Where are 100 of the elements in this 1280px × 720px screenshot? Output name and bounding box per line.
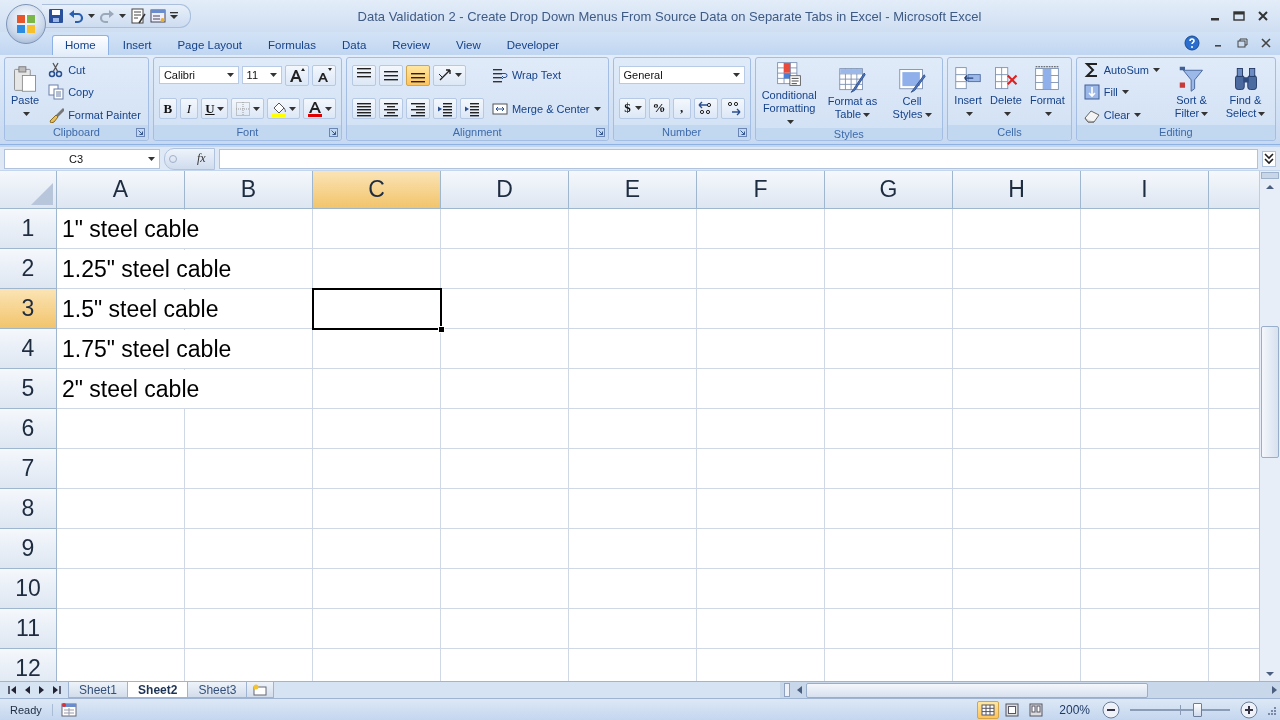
row-header[interactable]: 4 xyxy=(0,329,57,370)
row-header[interactable]: 10 xyxy=(0,569,57,610)
ribbon-tab[interactable]: Formulas xyxy=(256,35,328,55)
column-header[interactable]: A xyxy=(57,171,185,210)
ribbon-tab[interactable]: View xyxy=(444,35,493,55)
dropdown-field[interactable]: General xyxy=(618,65,745,84)
tool-button[interactable] xyxy=(720,97,745,119)
ribbon-button[interactable]: Conditional Formatting xyxy=(760,59,818,128)
customize-icon[interactable] xyxy=(170,12,178,20)
ribbon-button[interactable]: Copy xyxy=(46,83,96,102)
row-header[interactable]: 7 xyxy=(0,449,57,490)
dialog-launcher-icon[interactable] xyxy=(737,127,747,137)
expand-icon[interactable] xyxy=(1262,150,1276,167)
ribbon-tab[interactable]: Page Layout xyxy=(165,35,255,55)
row-header[interactable]: 9 xyxy=(0,529,57,570)
ribbon-button[interactable]: Insert xyxy=(953,64,984,120)
split-handle[interactable] xyxy=(784,683,790,698)
dialog-launcher-icon[interactable] xyxy=(328,127,338,137)
tool-button[interactable] xyxy=(405,64,430,86)
tool-button[interactable] xyxy=(693,97,718,119)
column-header[interactable]: F xyxy=(697,171,825,210)
ribbon-button[interactable]: Cut xyxy=(46,60,88,79)
ribbon-tab[interactable]: Developer xyxy=(494,35,572,55)
last-sheet-icon[interactable] xyxy=(51,684,63,697)
close-icon[interactable] xyxy=(1260,36,1272,49)
first-sheet-icon[interactable] xyxy=(6,684,18,697)
row-header[interactable]: 11 xyxy=(0,609,57,650)
ribbon-button[interactable]: Cell Styles xyxy=(887,66,938,122)
tool-button[interactable] xyxy=(432,98,457,120)
bold-button[interactable]: B xyxy=(158,98,177,120)
row-header[interactable]: 12 xyxy=(0,649,57,682)
row-header[interactable]: 1 xyxy=(0,209,57,250)
tool-button[interactable] xyxy=(378,98,403,120)
ribbon-tab[interactable]: Home xyxy=(52,34,109,55)
ribbon-button[interactable]: Clear xyxy=(1081,105,1144,124)
ribbon-button[interactable]: AutoSum xyxy=(1081,60,1162,79)
sheet-tab[interactable]: Sheet1 xyxy=(68,682,129,699)
dialog-launcher-icon[interactable] xyxy=(135,127,145,137)
tool-button[interactable] xyxy=(459,98,484,120)
zoom-slider[interactable] xyxy=(1193,702,1202,717)
save-icon[interactable] xyxy=(48,8,64,24)
help-icon[interactable] xyxy=(1184,34,1200,51)
column-header[interactable]: D xyxy=(441,171,569,210)
tool-button[interactable] xyxy=(351,64,376,86)
maximize-icon[interactable] xyxy=(1232,9,1246,23)
column-header[interactable]: H xyxy=(953,171,1081,210)
tool-button[interactable] xyxy=(378,64,403,86)
formula-input[interactable] xyxy=(218,148,1258,169)
column-header[interactable]: E xyxy=(569,171,697,210)
close-icon[interactable] xyxy=(1256,9,1270,23)
tool-button[interactable] xyxy=(266,98,300,120)
tool-button[interactable] xyxy=(302,98,336,120)
number-format-button[interactable]: $ xyxy=(618,97,646,119)
tool-button[interactable] xyxy=(405,98,430,120)
tool-button[interactable] xyxy=(284,64,309,86)
zoom-in-icon[interactable] xyxy=(1240,700,1258,719)
ribbon-tab[interactable]: Review xyxy=(380,35,442,55)
ribbon-button[interactable]: Merge & Center xyxy=(489,99,603,118)
row-header[interactable]: 3 xyxy=(0,289,57,330)
tool-button[interactable] xyxy=(351,98,376,120)
dropdown-field[interactable]: 11 xyxy=(241,66,282,85)
undo-icon[interactable] xyxy=(68,8,84,24)
zoom-level[interactable]: 200% xyxy=(1055,702,1094,717)
column-header[interactable]: G xyxy=(825,171,953,210)
insert-function-button[interactable]: fx xyxy=(197,151,206,167)
restore-icon[interactable] xyxy=(1236,36,1248,49)
ribbon-button[interactable]: Format as Table xyxy=(823,66,882,122)
ribbon-button[interactable]: Paste xyxy=(10,64,41,120)
number-format-button[interactable]: % xyxy=(648,97,670,119)
column-header[interactable]: C xyxy=(313,171,441,210)
sheet-tab[interactable]: Sheet3 xyxy=(187,682,248,699)
scrollbar-thumb[interactable] xyxy=(1261,326,1279,459)
ribbon-tab[interactable]: Data xyxy=(330,35,379,55)
name-box[interactable]: C3 xyxy=(4,148,160,169)
macro-record-icon[interactable] xyxy=(60,702,77,717)
dropdown-field[interactable]: Calibri xyxy=(158,66,239,85)
sheet-tab[interactable]: Sheet2 xyxy=(127,682,189,699)
dialog-launcher-icon[interactable] xyxy=(595,127,605,137)
tool-button[interactable] xyxy=(311,64,336,86)
row-header[interactable]: 6 xyxy=(0,409,57,450)
row-header[interactable]: 5 xyxy=(0,369,57,410)
column-header[interactable]: I xyxy=(1081,171,1209,210)
view-button[interactable] xyxy=(977,700,1000,719)
row-header[interactable]: 2 xyxy=(0,249,57,290)
print-preview-icon[interactable] xyxy=(130,8,146,24)
zoom-out-icon[interactable] xyxy=(1102,700,1120,719)
ribbon-button[interactable]: Format Painter xyxy=(46,105,143,124)
insert-sheet-button[interactable] xyxy=(246,682,275,699)
ribbon-button[interactable]: Wrap Text xyxy=(489,66,563,85)
ribbon-button[interactable]: Delete xyxy=(989,64,1023,120)
italic-button[interactable]: I xyxy=(179,98,198,120)
ribbon-tab[interactable]: Insert xyxy=(110,35,164,55)
scrollbar-thumb[interactable] xyxy=(806,682,1148,698)
tool-button[interactable] xyxy=(432,64,466,86)
row-header[interactable]: 8 xyxy=(0,489,57,530)
split-handle[interactable] xyxy=(1261,172,1279,180)
ribbon-button[interactable]: Fill xyxy=(1081,83,1131,102)
number-format-button[interactable]: , xyxy=(672,97,691,119)
ribbon-button[interactable]: Sort & Filter xyxy=(1168,64,1215,120)
underline-button[interactable]: U xyxy=(200,98,228,120)
